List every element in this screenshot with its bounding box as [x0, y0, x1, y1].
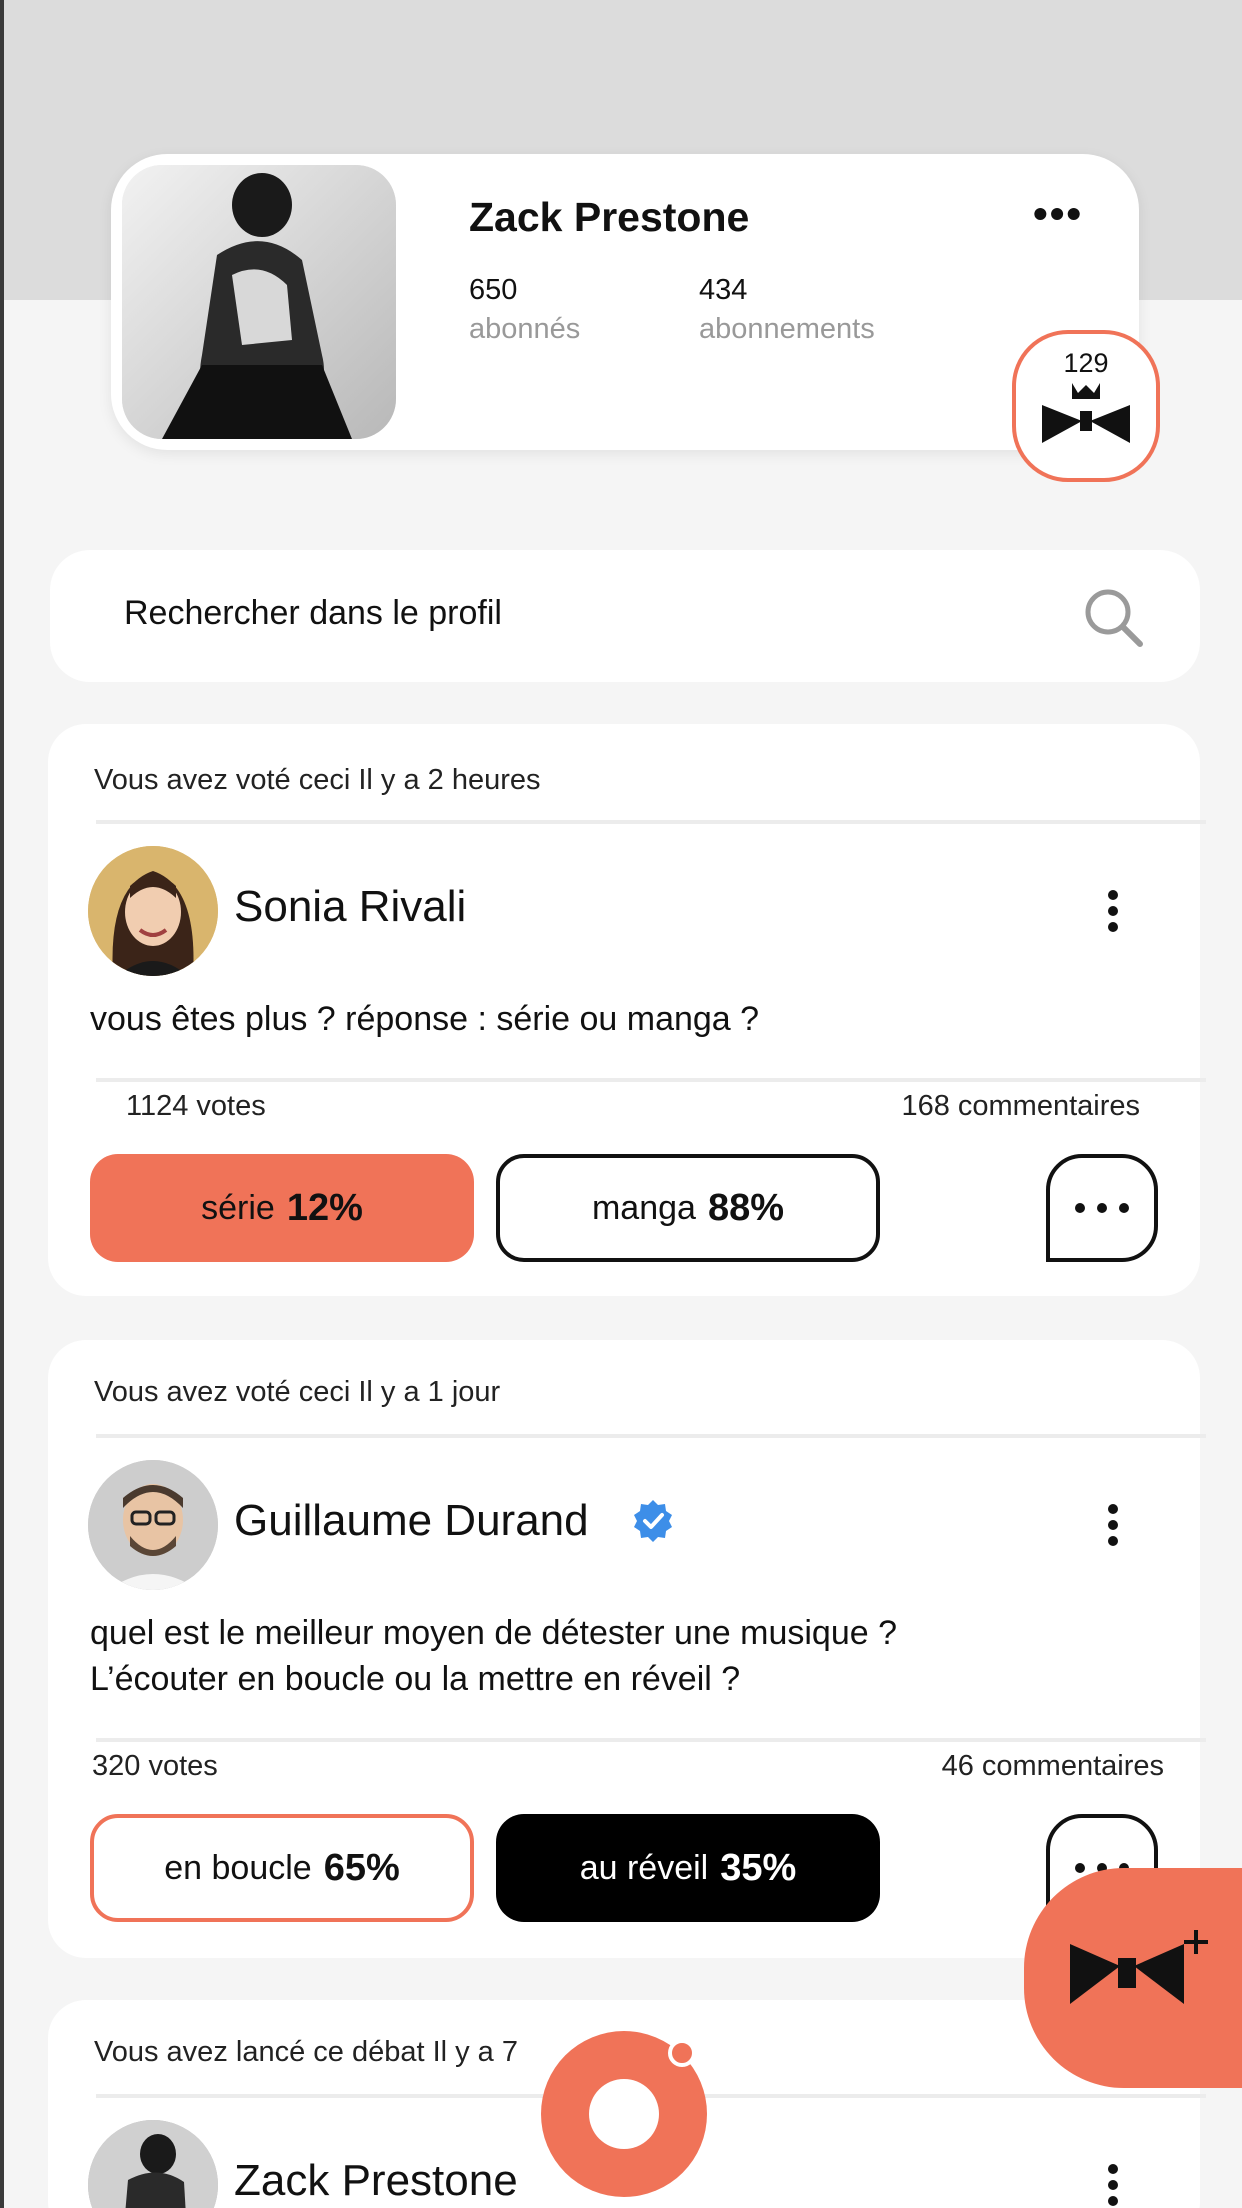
debate-meta: Vous avez lancé ce débat Il y a 7 — [94, 2036, 518, 2068]
votes-count: 1124 votes — [126, 1090, 266, 1122]
profile-photo-image — [122, 165, 396, 439]
divider — [96, 820, 1206, 824]
search-icon[interactable] — [1082, 586, 1146, 650]
crown-bowtie-icon — [1042, 383, 1130, 443]
vote-meta: Vous avez voté ceci Il y a 1 jour — [94, 1376, 501, 1408]
author-name[interactable]: Zack Prestone — [234, 2156, 518, 2206]
notification-dot — [668, 2039, 696, 2067]
poll-question: vous êtes plus ? réponse : série ou mang… — [90, 1000, 760, 1038]
following-count: 434 — [699, 274, 748, 306]
create-debate-icon — [1070, 1930, 1208, 2004]
option-label: au réveil — [579, 1848, 709, 1887]
option-label: en boucle — [164, 1848, 312, 1887]
divider — [96, 1078, 1206, 1082]
option-percent: 65% — [323, 1846, 400, 1889]
option-b-button[interactable]: manga 88% — [496, 1154, 880, 1262]
option-b-button[interactable]: au réveil 35% — [496, 1814, 880, 1922]
following-stat[interactable]: 434 abonnements — [699, 274, 875, 346]
author-avatar[interactable] — [88, 1460, 218, 1590]
avatar-photo — [88, 1460, 218, 1590]
option-percent: 12% — [286, 1186, 363, 1229]
poll-card: Vous avez voté ceci Il y a 2 heures Soni… — [48, 724, 1206, 1296]
more-vertical-icon[interactable] — [1108, 1504, 1122, 1552]
divider — [96, 1434, 1206, 1438]
option-a-button[interactable]: série 12% — [90, 1154, 474, 1262]
profile-card: Zack Prestone ••• 650 abonnés 434 abonne… — [111, 154, 1139, 450]
author-avatar[interactable] — [88, 846, 218, 976]
more-vertical-icon[interactable] — [1108, 2164, 1122, 2208]
comment-bubble-icon[interactable] — [1046, 1154, 1158, 1262]
avatar-photo — [88, 2120, 218, 2208]
create-debate-button[interactable] — [1024, 1868, 1242, 2088]
search-placeholder: Rechercher dans le profil — [124, 594, 502, 632]
avatar-photo — [88, 846, 218, 976]
followers-stat[interactable]: 650 abonnés — [469, 274, 580, 346]
followers-count: 650 — [469, 274, 518, 306]
poll-question-line: quel est le meilleur moyen de détester u… — [90, 1614, 898, 1652]
author-name[interactable]: Guillaume Durand — [234, 1496, 589, 1546]
window-edge — [0, 0, 4, 2208]
more-horizontal-icon[interactable]: ••• — [1033, 193, 1083, 235]
vote-meta: Vous avez voté ceci Il y a 2 heures — [94, 764, 541, 796]
option-a-button[interactable]: en boucle 65% — [90, 1814, 474, 1922]
crown-badge[interactable]: 129 — [1012, 330, 1160, 482]
ring-hole — [589, 2079, 659, 2149]
profile-avatar[interactable] — [122, 165, 396, 439]
option-percent: 35% — [720, 1846, 797, 1889]
votes-count: 320 votes — [92, 1750, 218, 1782]
option-label: série — [201, 1188, 275, 1227]
comments-count[interactable]: 46 commentaires — [942, 1750, 1164, 1783]
author-avatar[interactable] — [88, 2120, 218, 2208]
divider — [96, 1738, 1206, 1742]
following-label: abonnements — [699, 313, 875, 345]
more-vertical-icon[interactable] — [1108, 890, 1122, 938]
poll-card: Vous avez voté ceci Il y a 1 jour Guilla… — [48, 1340, 1206, 1958]
poll-question: quel est le meilleur moyen de détester u… — [90, 1610, 1170, 1702]
poll-question-line: L’écouter en boucle ou la mettre en réve… — [90, 1660, 741, 1698]
profile-search-input[interactable]: Rechercher dans le profil — [50, 550, 1200, 682]
option-label: manga — [591, 1188, 696, 1227]
option-percent: 88% — [707, 1186, 785, 1229]
author-name[interactable]: Sonia Rivali — [234, 882, 466, 932]
profile-name: Zack Prestone — [469, 194, 750, 240]
comments-count[interactable]: 168 commentaires — [901, 1090, 1140, 1123]
followers-label: abonnés — [469, 313, 581, 345]
badge-count: 129 — [1063, 348, 1109, 378]
verified-badge-icon — [634, 1500, 672, 1542]
